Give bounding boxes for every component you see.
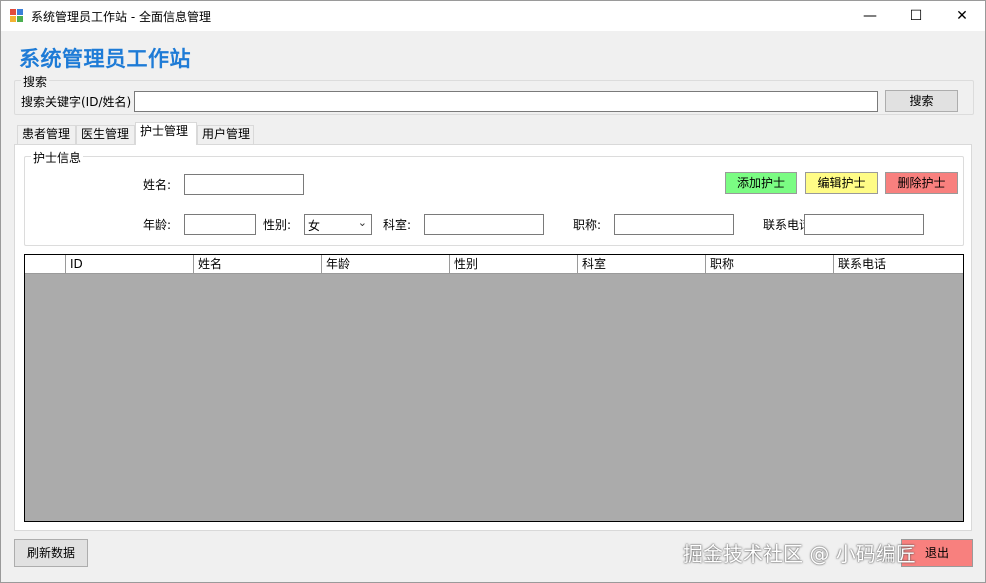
refresh-data-button[interactable]: 刷新数据 bbox=[14, 539, 88, 567]
column-header-name[interactable]: 姓名 bbox=[194, 255, 322, 274]
title-input[interactable] bbox=[614, 214, 734, 235]
department-input[interactable] bbox=[424, 214, 544, 235]
chevron-down-icon: ⌄ bbox=[357, 216, 367, 229]
watermark-text: 掘金技术社区 @ 小码编匠 bbox=[683, 542, 916, 566]
department-label: 科室: bbox=[383, 218, 412, 232]
column-header-department[interactable]: 科室 bbox=[578, 255, 706, 274]
window-title: 系统管理员工作站 - 全面信息管理 bbox=[31, 10, 211, 24]
row-header-corner bbox=[25, 255, 66, 274]
name-label: 姓名: bbox=[143, 178, 172, 192]
title-label: 职称: bbox=[573, 218, 602, 232]
nurse-data-grid[interactable]: ID 姓名 年龄 性别 科室 职称 联系电话 bbox=[24, 254, 964, 522]
age-label: 年龄: bbox=[143, 218, 172, 232]
title-bar: 系统管理员工作站 - 全面信息管理 — ☐ ✕ bbox=[1, 1, 985, 31]
gender-select[interactable]: 女 ⌄ bbox=[304, 214, 372, 235]
column-header-age[interactable]: 年龄 bbox=[322, 255, 450, 274]
phone-input[interactable] bbox=[804, 214, 924, 235]
page-title: 系统管理员工作站 bbox=[19, 47, 191, 71]
search-field-label: 搜索关键字(ID/姓名) bbox=[21, 95, 132, 109]
name-input[interactable] bbox=[184, 174, 304, 195]
column-header-title[interactable]: 职称 bbox=[706, 255, 834, 274]
maximize-button[interactable]: ☐ bbox=[893, 1, 939, 31]
age-input[interactable] bbox=[184, 214, 256, 235]
column-header-phone[interactable]: 联系电话 bbox=[834, 255, 963, 274]
grid-header: ID 姓名 年龄 性别 科室 职称 联系电话 bbox=[25, 255, 963, 274]
search-group-title: 搜索 bbox=[21, 73, 50, 90]
edit-nurse-button[interactable]: 编辑护士 bbox=[805, 172, 878, 194]
minimize-button[interactable]: — bbox=[847, 1, 893, 31]
close-button[interactable]: ✕ bbox=[939, 1, 985, 31]
search-button[interactable]: 搜索 bbox=[885, 90, 958, 112]
gender-label: 性别: bbox=[263, 218, 292, 232]
column-header-gender[interactable]: 性别 bbox=[450, 255, 578, 274]
tab-user-management[interactable]: 用户管理 bbox=[197, 125, 254, 144]
delete-nurse-button[interactable]: 删除护士 bbox=[885, 172, 958, 194]
add-nurse-button[interactable]: 添加护士 bbox=[725, 172, 797, 194]
tab-patient-management[interactable]: 患者管理 bbox=[17, 125, 76, 144]
nurse-info-group-title: 护士信息 bbox=[31, 149, 84, 166]
gender-selected-value: 女 bbox=[308, 219, 321, 233]
column-header-id[interactable]: ID bbox=[66, 255, 194, 274]
tab-nurse-management[interactable]: 护士管理 bbox=[135, 122, 197, 145]
main-window: 系统管理员工作站 - 全面信息管理 — ☐ ✕ 系统管理员工作站 搜索 搜索关键… bbox=[0, 0, 986, 583]
tab-doctor-management[interactable]: 医生管理 bbox=[76, 125, 135, 144]
app-icon bbox=[10, 9, 24, 23]
search-input[interactable] bbox=[134, 91, 878, 112]
